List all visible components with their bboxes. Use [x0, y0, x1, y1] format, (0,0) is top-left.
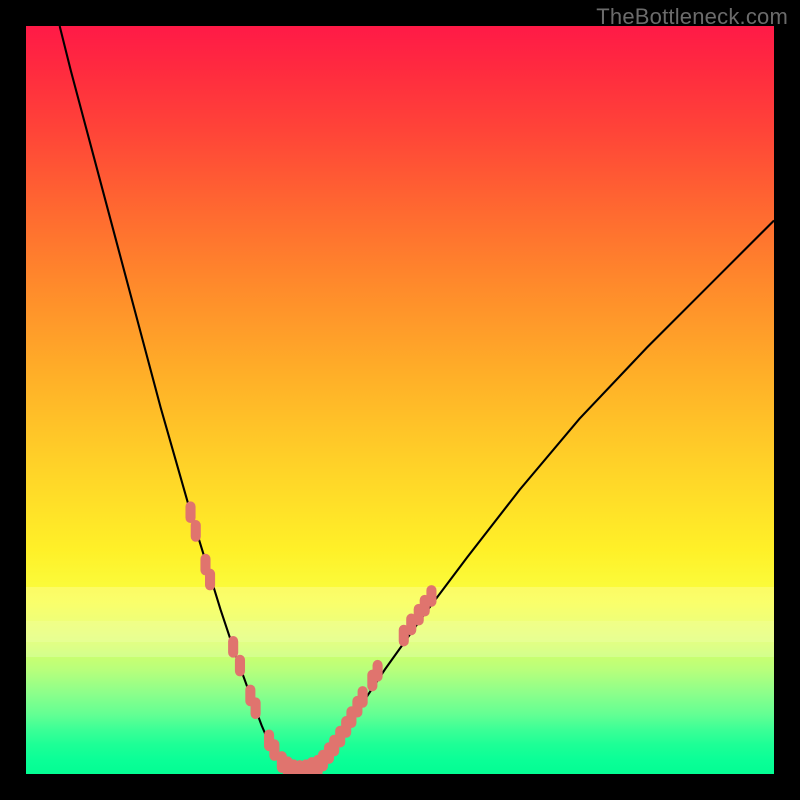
highlight-marker: [205, 569, 215, 591]
highlight-marker: [235, 655, 245, 677]
plot-area: [26, 26, 774, 774]
highlighted-points-group: [185, 501, 436, 774]
highlight-marker: [228, 636, 238, 658]
highlight-marker: [185, 501, 195, 523]
chart-frame: TheBottleneck.com: [0, 0, 800, 800]
highlight-marker: [358, 686, 368, 708]
highlight-marker: [373, 660, 383, 682]
bottleneck-curve: [60, 26, 774, 771]
highlight-marker: [426, 585, 436, 607]
curve-layer: [26, 26, 774, 774]
watermark-text: TheBottleneck.com: [596, 4, 788, 30]
highlight-marker: [251, 697, 261, 719]
highlight-marker: [191, 520, 201, 542]
